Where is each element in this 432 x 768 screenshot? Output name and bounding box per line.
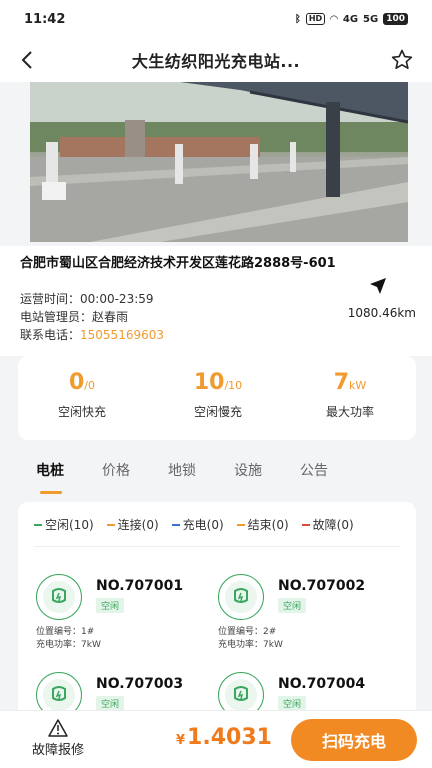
stat-fast: 0/0 空闲快充 xyxy=(32,370,132,420)
phone-label: 联系电话： xyxy=(20,328,81,342)
tab-price[interactable]: 价格 xyxy=(102,460,168,490)
tab-facilities[interactable]: 设施 xyxy=(234,460,300,490)
battery-icon: 100 xyxy=(383,13,408,25)
pile-status: 空闲 xyxy=(278,696,307,711)
legend-fault[interactable]: 故障(0) xyxy=(301,516,354,533)
hours-value: 00:00-23:59 xyxy=(80,292,154,306)
stat-power-label: 最大功率 xyxy=(325,405,374,419)
price-symbol: ¥ xyxy=(176,733,186,748)
stat-fast-value: 0 xyxy=(68,370,85,395)
pile-power: 充电功率：7kW xyxy=(36,640,101,650)
legend-connected[interactable]: 连接(0) xyxy=(106,516,159,533)
legend-finished[interactable]: 结束(0) xyxy=(236,516,289,533)
fault-report-label: 故障报修 xyxy=(31,743,84,758)
pile-number: NO.707001 xyxy=(96,578,184,594)
manager-value: 赵春雨 xyxy=(92,310,129,324)
favorite-star-icon[interactable] xyxy=(390,48,414,72)
charger-icon xyxy=(36,574,82,620)
manager-row: 电站管理员：赵春雨 xyxy=(20,308,128,325)
tab-piles[interactable]: 电桩 xyxy=(36,460,102,494)
manager-label: 电站管理员： xyxy=(20,310,93,324)
status-time: 11:42 xyxy=(24,11,66,27)
pile-item[interactable]: NO.707002 空闲 位置编号：2# 充电功率：7kW xyxy=(218,574,388,660)
stat-power-value: 7 xyxy=(333,370,350,395)
divider xyxy=(34,546,400,547)
page-title: 大生纺织阳光充电站... xyxy=(131,52,301,71)
hd-badge: HD xyxy=(305,13,326,25)
stat-slow: 10/10 空闲慢充 xyxy=(168,370,268,420)
station-address: 合肥市蜀山区合肥经济技术开发区莲花路2888号-601 xyxy=(20,256,336,271)
bottom-bar: 故障报修 ¥1.4031 扫码充电 xyxy=(0,710,432,768)
pile-number: NO.707004 xyxy=(278,676,366,692)
wifi-icon: ◠ xyxy=(330,13,338,25)
stat-slow-unit: /10 xyxy=(224,379,243,392)
status-icons: ᛒ HD ◠ 4G 5G 100 xyxy=(295,13,408,25)
stat-power: 7kW 最大功率 xyxy=(300,370,400,420)
pile-number: NO.707003 xyxy=(96,676,184,692)
pile-status: 空闲 xyxy=(96,598,125,613)
pile-card: 空闲(10) 连接(0) 充电(0) 结束(0) 故障(0) NO.707001… xyxy=(18,502,416,722)
nav-bar: 大生纺织阳光充电站... xyxy=(0,38,432,82)
pile-item[interactable]: NO.707001 空闲 位置编号：1# 充电功率：7kW xyxy=(36,574,206,660)
status-bar: 11:42 ᛒ HD ◠ 4G 5G 100 xyxy=(0,0,432,38)
hours-row: 运营时间：00:00-23:59 xyxy=(20,290,154,307)
hours-label: 运营时间： xyxy=(20,292,81,306)
charger-icon xyxy=(218,574,264,620)
phone-row: 联系电话：15055169603 xyxy=(20,326,164,343)
navigate-arrow-icon[interactable] xyxy=(368,276,388,296)
detail-tabs: 电桩 价格 地锁 设施 公告 xyxy=(36,460,366,494)
stat-fast-label: 空闲快充 xyxy=(57,405,106,419)
signal-5g-icon: 5G xyxy=(363,13,379,25)
stat-power-unit: kW xyxy=(349,379,367,392)
pile-position: 位置编号：1# xyxy=(36,627,95,637)
tab-ground-lock[interactable]: 地锁 xyxy=(168,460,234,490)
stats-card: 0/0 空闲快充 10/10 空闲慢充 7kW 最大功率 xyxy=(18,356,416,440)
pile-power: 充电功率：7kW xyxy=(218,640,283,650)
status-legend: 空闲(10) 连接(0) 充电(0) 结束(0) 故障(0) xyxy=(34,516,354,533)
price-value: 1.4031 xyxy=(187,725,272,750)
pile-number: NO.707002 xyxy=(278,578,366,594)
station-info: 合肥市蜀山区合肥经济技术开发区莲花路2888号-601 运营时间：00:00-2… xyxy=(0,246,432,356)
stat-slow-value: 10 xyxy=(193,370,225,395)
tab-notice[interactable]: 公告 xyxy=(300,460,366,490)
bluetooth-icon: ᛒ xyxy=(294,13,301,25)
pile-position: 位置编号：2# xyxy=(218,627,277,637)
fault-report-button[interactable]: 故障报修 xyxy=(22,719,94,758)
legend-charging[interactable]: 充电(0) xyxy=(171,516,224,533)
price: ¥1.4031 xyxy=(176,725,272,750)
pile-status: 空闲 xyxy=(96,696,125,711)
stat-slow-label: 空闲慢充 xyxy=(193,405,242,419)
pile-status: 空闲 xyxy=(278,598,307,613)
distance: 1080.46km xyxy=(347,306,416,320)
warning-icon xyxy=(48,719,68,737)
back-icon[interactable] xyxy=(16,48,40,72)
signal-4g-icon: 4G xyxy=(342,13,359,25)
legend-idle[interactable]: 空闲(10) xyxy=(34,516,94,533)
station-photo xyxy=(30,82,408,242)
stat-fast-unit: /0 xyxy=(84,379,96,392)
phone-value[interactable]: 15055169603 xyxy=(80,328,164,342)
scan-charge-button[interactable]: 扫码充电 xyxy=(291,719,417,761)
